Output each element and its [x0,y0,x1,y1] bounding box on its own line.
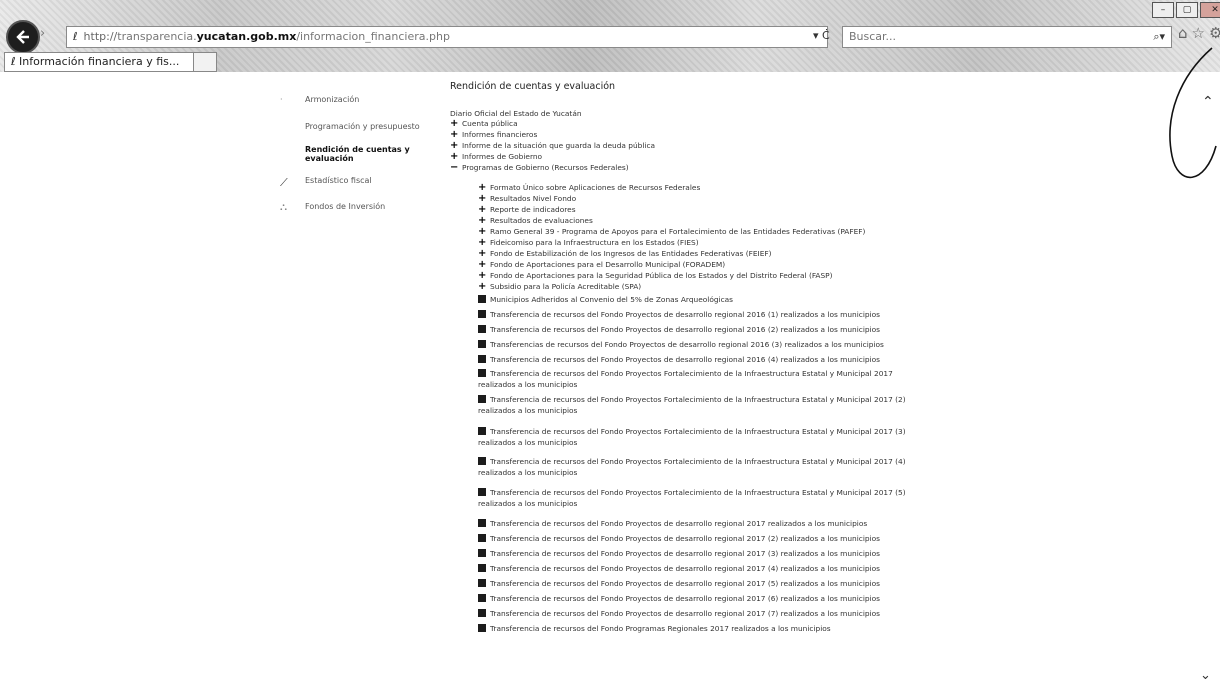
document-link[interactable]: Transferencia de recursos del Fondo Proy… [478,488,918,509]
document-link[interactable]: Transferencia de recursos del Fondo Proy… [478,519,918,530]
document-link[interactable]: Transferencia de recursos del Fondo Proy… [478,369,918,390]
forward-arrow-icon[interactable]: › [40,26,45,41]
pdf-icon [478,549,486,557]
document-link[interactable]: Municipios Adheridos al Convenio del 5% … [478,295,918,306]
subsection-item[interactable]: + Resultados Nivel Fondo [478,193,576,204]
url-host: yucatan.gob.mx [196,30,297,43]
tab-favicon-icon: ℓ [11,55,20,68]
pdf-icon [478,488,486,496]
pen-mark-icon [1169,47,1217,179]
subsection-item[interactable]: + Resultados de evaluaciones [478,215,593,226]
document-link[interactable]: Transferencia de recursos del Fondo Proy… [478,457,918,478]
minus-icon: − [450,162,459,173]
pdf-icon [478,564,486,572]
document-link[interactable]: Transferencia de recursos del Fondo Prog… [478,624,918,635]
plus-icon: + [450,129,459,140]
pdf-icon [478,369,486,377]
refresh-button[interactable]: ▾ Ċ [813,26,830,46]
section-informes-financieros[interactable]: + Informes financieros [450,129,537,140]
pdf-icon [478,457,486,465]
section-programas-gobierno[interactable]: − Programas de Gobierno (Recursos Federal… [450,162,629,173]
subsection-item[interactable]: + Formato Único sobre Aplicaciones de Rec… [478,182,700,193]
nav-item-fondos-inversion[interactable]: ⛬ Fondos de Inversión [280,202,385,213]
pdf-icon [478,325,486,333]
plus-icon: + [450,118,459,129]
address-bar[interactable]: ℓ http://transparencia.yucatan.gob.mx/inf… [66,26,828,48]
browser-tab[interactable]: ℓ Información financiera y fis... [4,52,198,72]
page-icon: ℓ [73,30,78,43]
pdf-icon [478,624,486,632]
window-controls: – ▢ ✕ [1152,2,1220,18]
browser-toolbar: – ▢ ✕ › ℓ http://transparencia.yucatan.go… [0,0,1220,72]
document-link[interactable]: Transferencia de recursos del Fondo Proy… [478,609,918,620]
pdf-icon [478,609,486,617]
coins-icon: ⛬ [280,202,287,213]
section-informes-gobierno[interactable]: + Informes de Gobierno [450,151,542,162]
section-cuenta-publica[interactable]: + Cuenta pública [450,118,518,129]
plus-icon: + [478,270,487,281]
url-protocol: http [83,30,107,43]
pdf-icon [478,355,486,363]
pdf-icon [478,340,486,348]
plus-icon: + [478,237,487,248]
subsection-item[interactable]: + Reporte de indicadores [478,204,576,215]
plus-icon: + [478,193,487,204]
subsection-item[interactable]: + Ramo General 39 - Programa de Apoyos pa… [478,226,865,237]
document-link[interactable]: Transferencia de recursos del Fondo Proy… [478,310,918,321]
new-tab-button[interactable] [193,52,217,72]
nav-item-armonizacion[interactable]: · Armonización [280,95,359,104]
subsection-item[interactable]: + Fideicomiso para la Infraestructura en … [478,237,699,248]
close-window-button[interactable]: ✕ [1200,2,1220,18]
pdf-icon [478,295,486,303]
url-path: /informacion_financiera.php [296,30,450,43]
plus-icon: + [478,226,487,237]
back-button[interactable] [6,20,40,54]
plus-icon: + [478,259,487,270]
plus-icon: + [450,151,459,162]
subsection-item[interactable]: + Fondo de Aportaciones para la Seguridad… [478,270,833,281]
pdf-icon [478,579,486,587]
url-prefix: transparencia. [117,30,197,43]
document-link[interactable]: Transferencia de recursos del Fondo Proy… [478,355,918,366]
pdf-icon [478,395,486,403]
subsection-item[interactable]: + Fondo de Aportaciones para el Desarroll… [478,259,725,270]
chart-line-icon: ⟋ [280,176,288,189]
page-title: Rendición de cuentas y evaluación [450,81,616,92]
organization-name: Diario Oficial del Estado de Yucatán [450,109,582,118]
document-link[interactable]: Transferencia de recursos del Fondo Proy… [478,427,918,448]
document-link[interactable]: Transferencia de recursos del Fondo Proy… [478,395,918,416]
plus-icon: + [478,281,487,292]
plus-icon: + [478,182,487,193]
pdf-icon [478,534,486,542]
minimize-button[interactable]: – [1152,2,1174,18]
pdf-icon [478,310,486,318]
plus-icon: + [478,215,487,226]
subsection-item[interactable]: + Fondo de Estabilización de los Ingresos… [478,248,772,259]
plus-icon: + [478,204,487,215]
scroll-down-arrow-icon[interactable]: ⌄ [1200,668,1211,683]
pdf-icon [478,519,486,527]
search-input[interactable] [843,27,1125,46]
back-arrow-icon [16,30,29,44]
plus-icon: + [450,140,459,151]
document-link[interactable]: Transferencia de recursos del Fondo Proy… [478,594,918,605]
maximize-button[interactable]: ▢ [1176,2,1198,18]
tab-title: Información financiera y fis... [19,55,180,68]
document-link[interactable]: Transferencias de recursos del Fondo Pro… [478,340,918,351]
plus-icon: + [478,248,487,259]
document-link[interactable]: Transferencia de recursos del Fondo Proy… [478,579,918,590]
pdf-icon [478,427,486,435]
document-link[interactable]: Transferencia de recursos del Fondo Proy… [478,549,918,560]
document-link[interactable]: Transferencia de recursos del Fondo Proy… [478,325,918,336]
bullet-icon: · [280,95,283,104]
pdf-icon [478,594,486,602]
nav-item-estadistico-fiscal[interactable]: ⟋ Estadístico fiscal [280,176,372,190]
section-deuda-publica[interactable]: + Informe de la situación que guarda la d… [450,140,655,151]
document-link[interactable]: Transferencia de recursos del Fondo Proy… [478,564,918,575]
document-link[interactable]: Transferencia de recursos del Fondo Proy… [478,534,918,545]
subsection-item[interactable]: + Subsidio para la Policía Acreditable (S… [478,281,641,292]
search-box[interactable]: ⌕▾ [842,26,1172,48]
